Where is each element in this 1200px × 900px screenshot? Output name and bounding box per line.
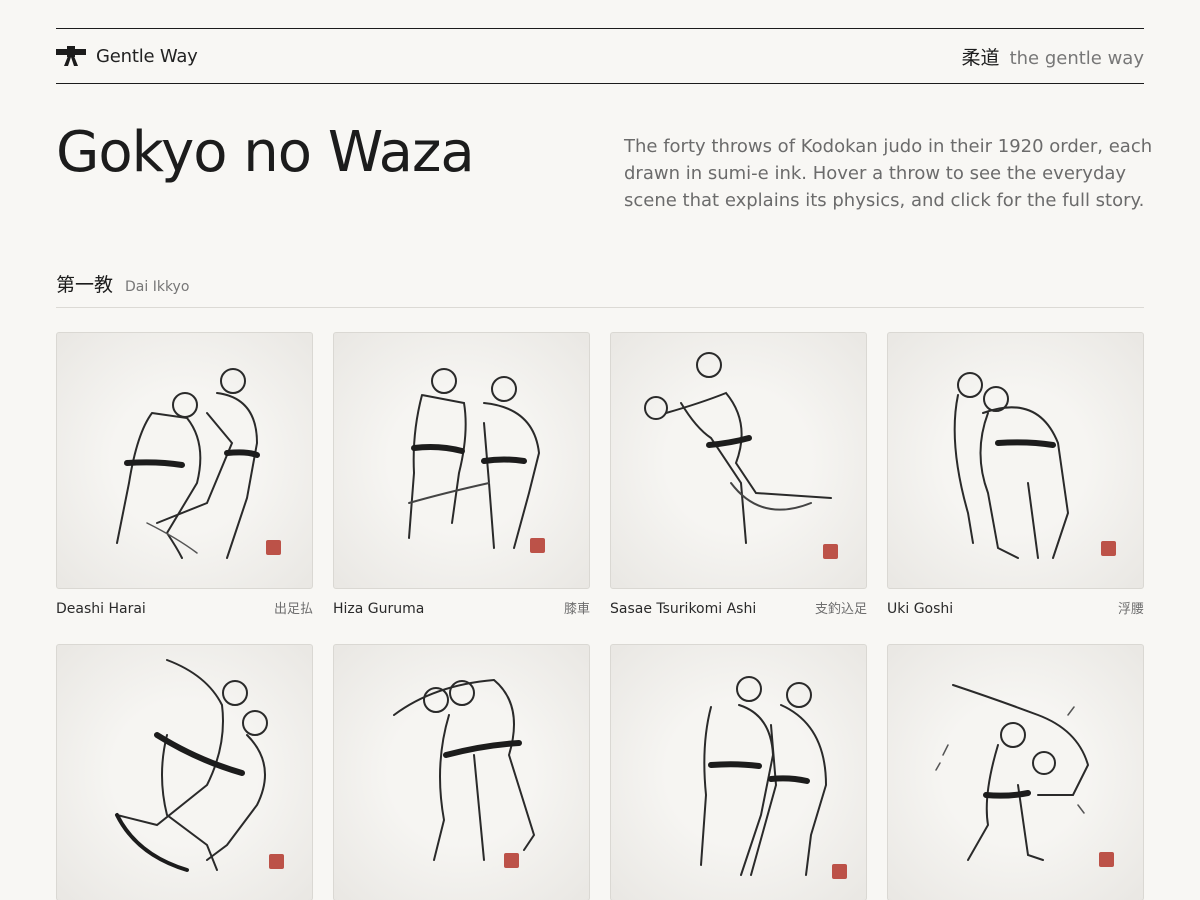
- artist-seal: [530, 538, 545, 553]
- throw-name: Deashi Harai: [56, 601, 146, 617]
- artist-seal: [832, 864, 847, 879]
- tagline-kanji: 柔道: [961, 46, 1000, 69]
- throw-illustration: [333, 332, 590, 589]
- throw-name: Uki Goshi: [887, 601, 954, 617]
- brand-link[interactable]: Gentle Way: [56, 45, 198, 67]
- section-heading: 第一教 Dai Ikkyo: [56, 270, 1144, 308]
- page-intro: The forty throws of Kodokan judo in thei…: [624, 136, 1153, 211]
- artist-seal: [266, 540, 281, 555]
- throw-card[interactable]: [610, 644, 867, 900]
- throw-caption: Hiza Guruma 膝車: [333, 598, 590, 618]
- artist-seal: [269, 854, 284, 869]
- artist-seal: [1101, 541, 1116, 556]
- throw-illustration: [610, 644, 867, 900]
- tagline: 柔道 the gentle way: [962, 43, 1144, 70]
- throw-illustration: [333, 644, 590, 900]
- throw-illustration: [610, 332, 867, 589]
- throw-card[interactable]: Sasae Tsurikomi Ashi 支釣込足: [610, 332, 867, 618]
- throw-name: Hiza Guruma: [333, 601, 425, 617]
- throw-grid: Deashi Harai 出足払 Hiza Guruma 膝車 Sasae Ts…: [56, 332, 1144, 900]
- throw-card[interactable]: Deashi Harai 出足払: [56, 332, 313, 618]
- throw-kanji: 膝車: [563, 602, 590, 617]
- throw-illustration: [56, 644, 313, 900]
- section-title-kanji: 第一教: [56, 274, 114, 296]
- throw-caption: Uki Goshi 浮腰: [887, 598, 1144, 618]
- throw-kanji: 支釣込足: [814, 602, 867, 617]
- throw-card[interactable]: [887, 644, 1144, 900]
- page: Gentle Way 柔道 the gentle way Gokyo no Wa…: [0, 0, 1200, 900]
- tagline-english: the gentle way: [1009, 47, 1144, 69]
- section-title-romaji: Dai Ikkyo: [125, 279, 190, 295]
- throw-kanji: 出足払: [273, 602, 313, 617]
- throw-illustration: [887, 644, 1144, 900]
- artist-seal: [823, 544, 838, 559]
- throw-card[interactable]: Hiza Guruma 膝車: [333, 332, 590, 618]
- throw-card[interactable]: [56, 644, 313, 900]
- throw-card[interactable]: [333, 644, 590, 900]
- throw-kanji: 浮腰: [1117, 602, 1144, 617]
- artist-seal: [504, 853, 519, 868]
- throw-illustration: [56, 332, 313, 589]
- judo-belt-icon: [56, 46, 86, 66]
- throw-illustration: [887, 332, 1144, 589]
- throw-caption: Deashi Harai 出足払: [56, 598, 313, 618]
- throw-caption: Sasae Tsurikomi Ashi 支釣込足: [610, 598, 867, 618]
- top-bar: Gentle Way 柔道 the gentle way: [56, 28, 1144, 84]
- artist-seal: [1099, 852, 1114, 867]
- throw-card[interactable]: Uki Goshi 浮腰: [887, 332, 1144, 618]
- throw-name: Sasae Tsurikomi Ashi: [610, 601, 757, 617]
- brand-name: Gentle Way: [96, 45, 198, 67]
- page-title: Gokyo no Waza: [56, 120, 475, 185]
